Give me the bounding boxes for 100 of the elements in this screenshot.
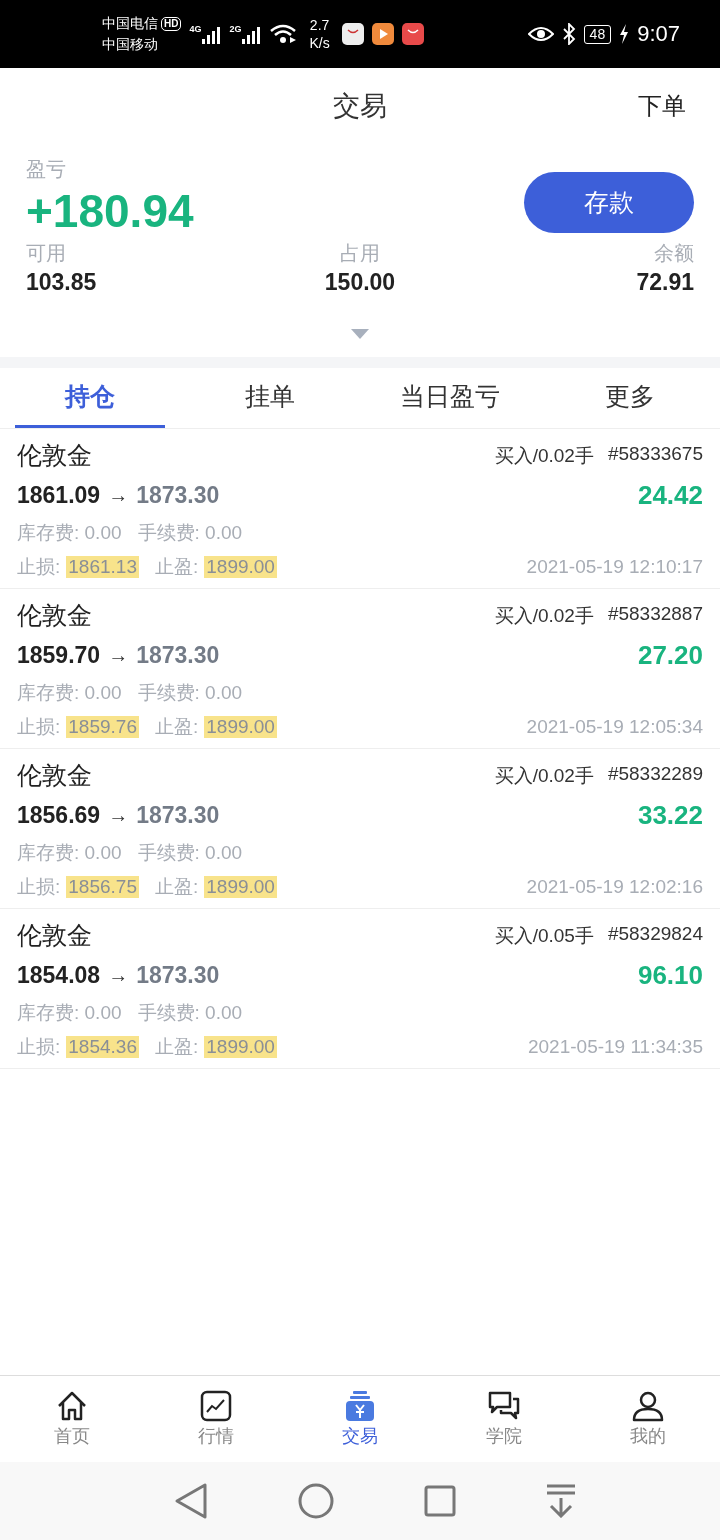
swap-fee: 库存费: 0.00 <box>17 680 122 705</box>
network-type: 2G <box>229 24 242 34</box>
network-type: 4G <box>189 24 202 34</box>
app-icon <box>341 23 364 45</box>
current-price: 1873.30 <box>136 642 220 670</box>
swap-fee: 库存费: 0.00 <box>17 840 122 865</box>
stat-label: 余额 <box>654 241 694 266</box>
stat-value: 150.00 <box>324 268 396 297</box>
pnl-label: 盈亏 <box>26 157 67 182</box>
commission-fee: 手续费: 0.00 <box>137 840 243 865</box>
deposit-button[interactable]: 存款 <box>524 172 694 233</box>
yuan-wallet-icon <box>344 1390 376 1422</box>
profit-value: 96.10 <box>637 960 703 992</box>
nav-tab[interactable]: 首页 <box>54 1424 90 1448</box>
place-order-link[interactable]: 下单 <box>638 90 686 122</box>
nav-tab[interactable]: 行情 <box>198 1424 234 1448</box>
arrow-icon: → <box>108 964 129 988</box>
user-icon <box>632 1390 664 1422</box>
pnl-value: +180.94 <box>26 184 194 239</box>
nav-tab[interactable]: 我的 <box>630 1424 666 1448</box>
open-price: 1859.70 <box>17 642 101 670</box>
instrument-name: 伦敦金 <box>17 760 92 791</box>
instrument-name: 伦敦金 <box>17 920 92 951</box>
home-circle-icon[interactable] <box>298 1483 334 1519</box>
stat-value: 103.85 <box>26 268 97 297</box>
take-profit-value: 1899.00 <box>204 1036 277 1058</box>
open-price: 1856.69 <box>17 802 101 830</box>
nav-tab[interactable]: 学院 <box>486 1424 522 1448</box>
home-icon <box>56 1390 88 1422</box>
open-time: 2021-05-19 12:05:34 <box>526 716 703 738</box>
clock: 9:07 <box>637 21 680 47</box>
stop-loss-value: 1854.36 <box>66 1036 139 1058</box>
charging-icon <box>619 24 630 44</box>
take-profit-label: 止盈: <box>154 875 199 899</box>
eye-icon <box>527 25 554 43</box>
open-time: 2021-05-19 12:10:17 <box>526 556 703 578</box>
profit-value: 24.42 <box>637 480 703 512</box>
back-icon[interactable] <box>174 1482 208 1520</box>
stop-loss-label: 止损: <box>17 715 61 739</box>
arrow-icon: → <box>108 644 129 668</box>
profit-value: 27.20 <box>637 640 703 672</box>
open-price: 1861.09 <box>17 482 101 510</box>
open-price: 1854.08 <box>17 962 101 990</box>
chat-bubbles-icon <box>488 1390 520 1422</box>
current-price: 1873.30 <box>136 962 220 990</box>
tab[interactable]: 更多 <box>555 368 705 428</box>
take-profit-label: 止盈: <box>154 715 199 739</box>
tab[interactable]: 持仓 <box>15 368 165 428</box>
page-title: 交易 <box>333 90 387 123</box>
swap-fee: 库存费: 0.00 <box>17 520 122 545</box>
recents-icon[interactable] <box>424 1485 456 1517</box>
stat-label: 占用 <box>340 241 380 266</box>
stop-loss-value: 1859.76 <box>66 716 139 738</box>
commission-fee: 手续费: 0.00 <box>137 1000 243 1025</box>
download-icon[interactable] <box>546 1484 576 1518</box>
order-side: 买入/0.02手 <box>494 443 594 468</box>
nav-tab[interactable]: 交易 <box>342 1424 378 1448</box>
arrow-icon: → <box>108 484 129 508</box>
open-time: 2021-05-19 11:34:35 <box>527 1036 703 1058</box>
carrier-name: 中国移动 <box>102 35 159 54</box>
stop-loss-value: 1861.13 <box>66 556 139 578</box>
carrier-name: 中国电信 <box>102 14 158 33</box>
network-speed: 2.7 <box>309 16 330 34</box>
order-number: #58333675 <box>607 442 703 466</box>
tab[interactable]: 挂单 <box>195 368 345 428</box>
line-chart-icon <box>200 1390 232 1422</box>
order-number: #58329824 <box>607 922 703 946</box>
take-profit-value: 1899.00 <box>204 716 277 738</box>
instrument-name: 伦敦金 <box>17 600 92 631</box>
bluetooth-icon <box>561 23 576 45</box>
order-side: 买入/0.02手 <box>494 603 594 628</box>
stop-loss-value: 1856.75 <box>66 876 139 898</box>
order-number: #58332289 <box>607 762 703 786</box>
stop-loss-label: 止损: <box>17 555 61 579</box>
instrument-name: 伦敦金 <box>17 440 92 471</box>
swap-fee: 库存费: 0.00 <box>17 1000 122 1025</box>
signal-icon <box>202 24 222 44</box>
stop-loss-label: 止损: <box>17 1035 61 1059</box>
take-profit-label: 止盈: <box>154 1035 199 1059</box>
wifi-icon <box>269 23 298 45</box>
signal-icon <box>242 24 262 44</box>
stat-label: 可用 <box>26 241 66 266</box>
stop-loss-label: 止损: <box>17 875 61 899</box>
tab[interactable]: 当日盈亏 <box>375 368 525 428</box>
take-profit-label: 止盈: <box>154 555 199 579</box>
stat-value: 72.91 <box>636 268 694 297</box>
app-icon <box>401 23 424 45</box>
current-price: 1873.30 <box>136 482 220 510</box>
order-side: 买入/0.05手 <box>494 923 594 948</box>
caret-down-icon[interactable] <box>351 329 369 339</box>
take-profit-value: 1899.00 <box>204 556 277 578</box>
arrow-icon: → <box>108 804 129 828</box>
profit-value: 33.22 <box>637 800 703 832</box>
take-profit-value: 1899.00 <box>204 876 277 898</box>
commission-fee: 手续费: 0.00 <box>137 520 243 545</box>
battery-level: 48 <box>589 25 606 42</box>
network-speed-unit: K/s <box>309 34 330 52</box>
open-time: 2021-05-19 12:02:16 <box>526 876 703 898</box>
commission-fee: 手续费: 0.00 <box>137 680 243 705</box>
current-price: 1873.30 <box>136 802 220 830</box>
